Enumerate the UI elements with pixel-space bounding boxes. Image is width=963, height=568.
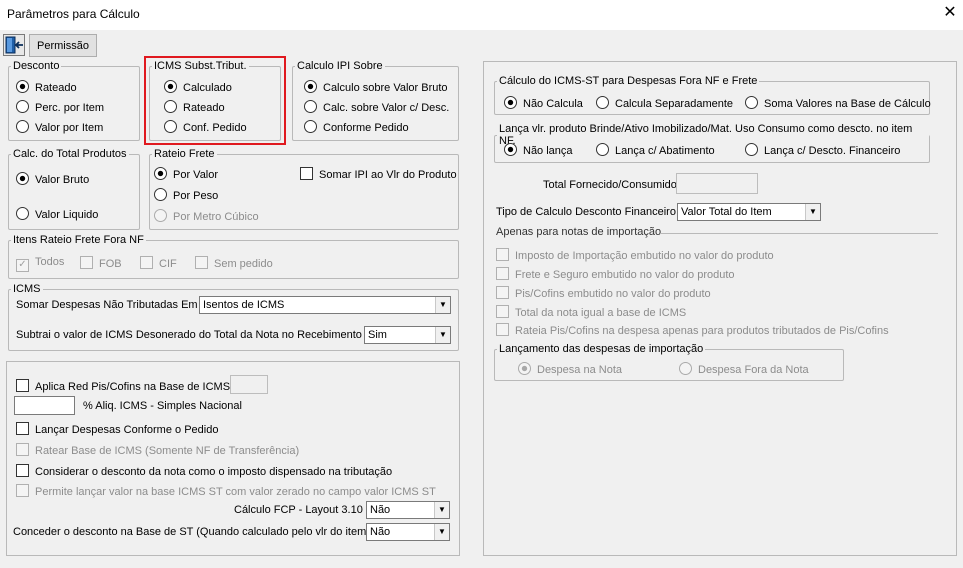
st-calcula-separadamente-radio[interactable]: Calcula Separadamente <box>596 96 733 111</box>
imposto-importacao-checkbox: Imposto de Importação embutido no valor … <box>496 248 774 263</box>
chevron-down-icon[interactable]: ▼ <box>434 524 449 540</box>
desconto-perc-item-radio[interactable]: Perc. por Item <box>16 100 104 115</box>
importacao-divider <box>660 233 938 234</box>
ipi-conforme-pedido-radio[interactable]: Conforme Pedido <box>304 120 409 135</box>
subtrai-icms-label: Subtrai o valor de ICMS Desonerado do To… <box>16 329 362 341</box>
calculo-ipi-legend: Calculo IPI Sobre <box>297 60 383 72</box>
somar-despesas-value: Isentos de ICMS <box>203 299 285 311</box>
considerar-desconto-checkbox[interactable]: Considerar o desconto da nota como o imp… <box>16 464 392 479</box>
desconto-rateado-radio[interactable]: Rateado <box>16 80 77 95</box>
brinde-abatimento-radio[interactable]: Lança c/ Abatimento <box>596 143 715 158</box>
rateio-sem-pedido-checkbox: Sem pedido <box>195 256 273 271</box>
total-fornecido-label: Total Fornecido/Consumido <box>543 179 677 191</box>
icms-st-calculado-radio[interactable]: Calculado <box>164 80 232 95</box>
ratear-base-checkbox: Ratear Base de ICMS (Somente NF de Trans… <box>16 443 299 458</box>
lancamento-despesas-legend: Lançamento das despesas de importação <box>499 343 704 355</box>
brinde-descto-financeiro-radio[interactable]: Lança c/ Descto. Financeiro <box>745 143 900 158</box>
somar-ipi-checkbox[interactable]: Somar IPI ao Vlr do Produto <box>300 167 457 182</box>
desconto-valor-item-radio[interactable]: Valor por Item <box>16 120 103 135</box>
rateio-fob-checkbox: FOB <box>80 256 122 271</box>
calc-total-legend: Calc. do Total Produtos <box>13 148 127 160</box>
subtrai-icms-value: Sim <box>368 329 387 341</box>
st-nao-calcula-radio[interactable]: Não Calcula <box>504 96 583 111</box>
calculo-st-legend: Cálculo do ICMS-ST para Despesas Fora NF… <box>499 75 758 87</box>
total-valor-liquido-radio[interactable]: Valor Liquido <box>16 207 98 222</box>
window-title: Parâmetros para Cálculo <box>7 7 140 21</box>
tipo-calculo-select[interactable]: Valor Total do Item ▼ <box>677 203 821 221</box>
permite-lancar-checkbox: Permite lançar valor na base ICMS ST com… <box>16 484 436 499</box>
frete-por-valor-radio[interactable]: Por Valor <box>154 167 218 182</box>
close-icon[interactable]: ✕ <box>942 4 958 22</box>
conceder-desconto-value: Não <box>370 526 391 538</box>
total-nota-base-icms-checkbox: Total da nota igual a base de ICMS <box>496 305 686 320</box>
title-bar <box>0 0 963 30</box>
desconto-legend: Desconto <box>13 60 60 72</box>
aliq-icms-field[interactable] <box>14 396 75 415</box>
tipo-calculo-label: Tipo de Calculo Desconto Financeiro <box>496 206 676 218</box>
fcp-value: Não <box>370 504 391 516</box>
tipo-calculo-value: Valor Total do Item <box>681 206 772 218</box>
rateia-pis-cofins-checkbox: Rateia Pis/Cofins na despesa apenas para… <box>496 323 889 338</box>
aplica-red-pis-checkbox[interactable]: Aplica Red Pis/Cofins na Base de ICMS <box>16 379 230 394</box>
chevron-down-icon[interactable]: ▼ <box>435 297 450 313</box>
rateio-cif-checkbox: CIF <box>140 256 177 271</box>
frete-por-peso-radio[interactable]: Por Peso <box>154 188 218 203</box>
frete-metro-cubico-radio: Por Metro Cúbico <box>154 209 259 224</box>
icms-legend: ICMS <box>13 283 41 295</box>
icms-st-rateado-radio[interactable]: Rateado <box>164 100 225 115</box>
total-valor-bruto-radio[interactable]: Valor Bruto <box>16 172 89 187</box>
chevron-down-icon[interactable]: ▼ <box>435 327 450 343</box>
icms-st-conf-pedido-radio[interactable]: Conf. Pedido <box>164 120 247 135</box>
rateio-frete-legend: Rateio Frete <box>154 148 215 160</box>
aliq-icms-label: % Aliq. ICMS - Simples Nacional <box>83 400 242 412</box>
despesa-na-nota-radio: Despesa na Nota <box>518 362 622 377</box>
frete-seguro-checkbox: Frete e Seguro embutido no valor do prod… <box>496 267 735 282</box>
subtrai-icms-select[interactable]: Sim ▼ <box>364 326 451 344</box>
despesa-fora-nota-radio: Despesa Fora da Nota <box>679 362 809 377</box>
ipi-valor-bruto-radio[interactable]: Calculo sobre Valor Bruto <box>304 80 448 95</box>
chevron-down-icon[interactable]: ▼ <box>434 502 449 518</box>
conceder-desconto-select[interactable]: Não ▼ <box>366 523 450 541</box>
exit-door-icon[interactable] <box>3 34 25 56</box>
total-fornecido-field <box>676 173 758 194</box>
pis-cofins-embutido-checkbox: Pis/Cofins embutido no valor do produto <box>496 286 711 301</box>
fcp-select[interactable]: Não ▼ <box>366 501 450 519</box>
fcp-label: Cálculo FCP - Layout 3.10 <box>234 504 363 516</box>
conceder-desconto-label: Conceder o desconto na Base de ST (Quand… <box>13 526 370 538</box>
brinde-nao-lanca-radio[interactable]: Não lança <box>504 143 573 158</box>
permissao-button[interactable]: Permissão <box>29 34 97 57</box>
somar-despesas-label: Somar Despesas Não Tributadas Em <box>16 299 198 311</box>
lancar-despesas-checkbox[interactable]: Lançar Despesas Conforme o Pedido <box>16 422 218 437</box>
ipi-valor-desc-radio[interactable]: Calc. sobre Valor c/ Desc. <box>304 100 449 115</box>
chevron-down-icon[interactable]: ▼ <box>805 204 820 220</box>
somar-despesas-select[interactable]: Isentos de ICMS ▼ <box>199 296 451 314</box>
st-soma-valores-radio[interactable]: Soma Valores na Base de Cálculo <box>745 96 931 111</box>
itens-rateio-legend: Itens Rateio Frete Fora NF <box>13 234 144 246</box>
importacao-header: Apenas para notas de importação <box>496 226 662 238</box>
rateio-todos-checkbox: Todos <box>16 256 64 272</box>
aplica-red-field <box>230 375 268 394</box>
